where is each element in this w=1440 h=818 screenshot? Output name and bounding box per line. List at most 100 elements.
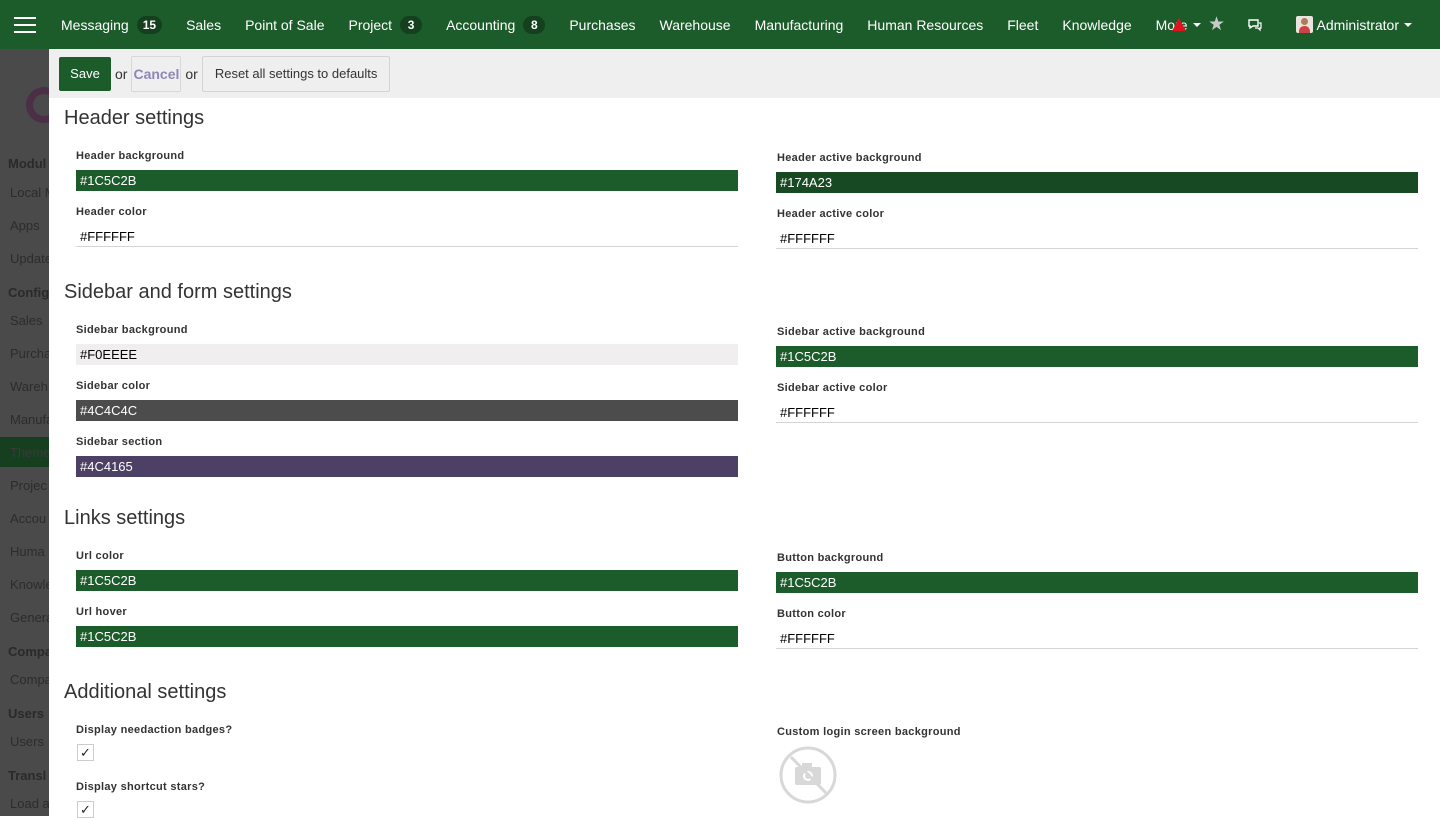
sidebar-item[interactable]: Purcha xyxy=(10,346,49,361)
caret-down-icon xyxy=(1404,22,1412,27)
field-label: Button color xyxy=(777,608,846,620)
sidebar-section: Modul xyxy=(8,156,47,171)
sidebar-item[interactable]: Genera xyxy=(10,610,49,625)
menu-item-messaging[interactable]: Messaging 15 xyxy=(49,0,174,49)
cancel-button[interactable]: Cancel xyxy=(131,55,182,92)
sidebar-active-color-field[interactable]: #FFFFFF xyxy=(776,402,1418,423)
sidebar-item[interactable]: Accou xyxy=(10,511,46,526)
url-color-field[interactable]: #1C5C2B xyxy=(76,570,738,591)
field-label: Url color xyxy=(76,550,124,562)
field-label: Display needaction badges? xyxy=(76,724,233,736)
shortcut-stars-checkbox[interactable]: ✓ xyxy=(77,801,94,818)
sidebar-item[interactable]: Manufa xyxy=(10,412,49,427)
field-label: Sidebar active color xyxy=(777,382,888,394)
field-label: Sidebar section xyxy=(76,436,163,448)
menu-item-label: Fleet xyxy=(1007,16,1039,33)
menu-item-label: Accounting xyxy=(446,16,516,33)
control-panel: Save or Cancel or Reset all settings to … xyxy=(49,49,1440,98)
header-background-field[interactable]: #1C5C2B xyxy=(76,170,738,191)
url-hover-field[interactable]: #1C5C2B xyxy=(76,626,738,647)
or-separator: or xyxy=(115,65,128,82)
sidebar-section: Compa xyxy=(8,644,49,659)
menu-item-project[interactable]: Project 3 xyxy=(336,0,434,49)
section-title-additional: Additional settings xyxy=(64,681,227,703)
sidebar-item[interactable]: Knowle xyxy=(10,577,49,592)
or-separator: or xyxy=(185,65,198,82)
sidebar-item[interactable]: Load a xyxy=(10,796,49,811)
menu-item-human-resources[interactable]: Human Resources xyxy=(855,0,995,49)
section-title-header: Header settings xyxy=(64,107,205,129)
menu-item-label: Human Resources xyxy=(867,16,984,33)
sidebar-item-theme[interactable]: Theme xyxy=(10,445,49,460)
field-label: Header background xyxy=(76,150,185,162)
user-name: Administrator xyxy=(1316,16,1399,33)
section-title-links: Links settings xyxy=(64,507,186,529)
field-label: Button background xyxy=(777,552,884,564)
menu-item-purchases[interactable]: Purchases xyxy=(557,0,647,49)
sidebar-item[interactable]: Update xyxy=(10,251,49,266)
field-label: Display shortcut stars? xyxy=(76,781,206,793)
sidebar-background-field[interactable]: #F0EEEE xyxy=(76,344,738,365)
menu-icon[interactable] xyxy=(0,0,49,49)
app-sidebar: Modul Local M Apps Update Config Sales P… xyxy=(0,49,49,816)
sidebar-section: Users xyxy=(8,706,45,721)
sidebar-item[interactable]: Users xyxy=(10,734,44,749)
main-navbar: Messaging 15 Sales Point of Sale Project… xyxy=(0,0,1440,49)
field-label: Sidebar color xyxy=(76,380,151,392)
menu-item-manufacturing[interactable]: Manufacturing xyxy=(743,0,856,49)
company-logo xyxy=(26,87,49,123)
field-label: Url hover xyxy=(76,606,127,618)
menu-item-label: Purchases xyxy=(569,16,636,33)
menu-item-sales[interactable]: Sales xyxy=(174,0,233,49)
notification-badge: 8 xyxy=(523,15,546,34)
no-image-icon[interactable] xyxy=(779,746,837,804)
warning-icon[interactable] xyxy=(1160,0,1198,49)
field-label: Header active color xyxy=(777,208,885,220)
settings-form: Save or Cancel or Reset all settings to … xyxy=(49,49,1440,818)
menu-item-label: Warehouse xyxy=(659,16,731,33)
save-button[interactable]: Save xyxy=(59,56,111,91)
header-active-background-field[interactable]: #174A23 xyxy=(776,172,1418,193)
field-label: Custom login screen background xyxy=(777,726,961,738)
menu-item-label: Manufacturing xyxy=(754,16,844,33)
menu-item-fleet[interactable]: Fleet xyxy=(995,0,1050,49)
section-title-sidebar: Sidebar and form settings xyxy=(64,281,292,303)
button-background-field[interactable]: #1C5C2B xyxy=(776,572,1418,593)
sidebar-item[interactable]: Wareh xyxy=(10,379,48,394)
menu-item-label: Knowledge xyxy=(1062,16,1132,33)
systray: ★ Administrator xyxy=(1160,0,1440,49)
field-label: Header color xyxy=(76,206,147,218)
notification-badge: 15 xyxy=(136,15,163,34)
star-icon[interactable]: ★ xyxy=(1198,0,1236,49)
sidebar-active-background-field[interactable]: #1C5C2B xyxy=(776,346,1418,367)
menu-item-point-of-sale[interactable]: Point of Sale xyxy=(233,0,336,49)
field-label: Sidebar background xyxy=(76,324,188,336)
sidebar-color-field[interactable]: #4C4C4C xyxy=(76,400,738,421)
notification-badge: 3 xyxy=(400,15,423,34)
menu-item-label: Messaging xyxy=(61,16,129,33)
sidebar-item[interactable]: Huma xyxy=(10,544,45,559)
sidebar-item[interactable]: Projec xyxy=(10,478,47,493)
sidebar-item[interactable]: Local M xyxy=(10,185,49,200)
chat-icon[interactable] xyxy=(1236,0,1274,49)
header-active-color-field[interactable]: #FFFFFF xyxy=(776,228,1418,249)
sidebar-item[interactable]: Apps xyxy=(10,218,40,233)
menu-item-label: Point of Sale xyxy=(245,16,325,33)
needaction-badges-checkbox[interactable]: ✓ xyxy=(77,744,94,761)
sidebar-item[interactable]: Sales xyxy=(10,313,43,328)
menu-item-label: Sales xyxy=(186,16,222,33)
button-color-field[interactable]: #FFFFFF xyxy=(776,628,1418,649)
field-label: Header active background xyxy=(777,152,922,164)
avatar xyxy=(1295,16,1313,33)
menu-item-knowledge[interactable]: Knowledge xyxy=(1050,0,1143,49)
sidebar-section-field[interactable]: #4C4165 xyxy=(76,456,738,477)
reset-defaults-button[interactable]: Reset all settings to defaults xyxy=(201,55,391,92)
header-color-field[interactable]: #FFFFFF xyxy=(76,226,738,247)
sidebar-item[interactable]: Compa xyxy=(10,672,49,687)
app-menu: Messaging 15 Sales Point of Sale Project… xyxy=(49,0,1213,49)
field-label: Sidebar active background xyxy=(777,326,926,338)
menu-item-warehouse[interactable]: Warehouse xyxy=(648,0,743,49)
user-menu[interactable]: Administrator xyxy=(1274,0,1440,49)
menu-item-accounting[interactable]: Accounting 8 xyxy=(434,0,557,49)
sidebar-section: Transl xyxy=(8,768,47,783)
